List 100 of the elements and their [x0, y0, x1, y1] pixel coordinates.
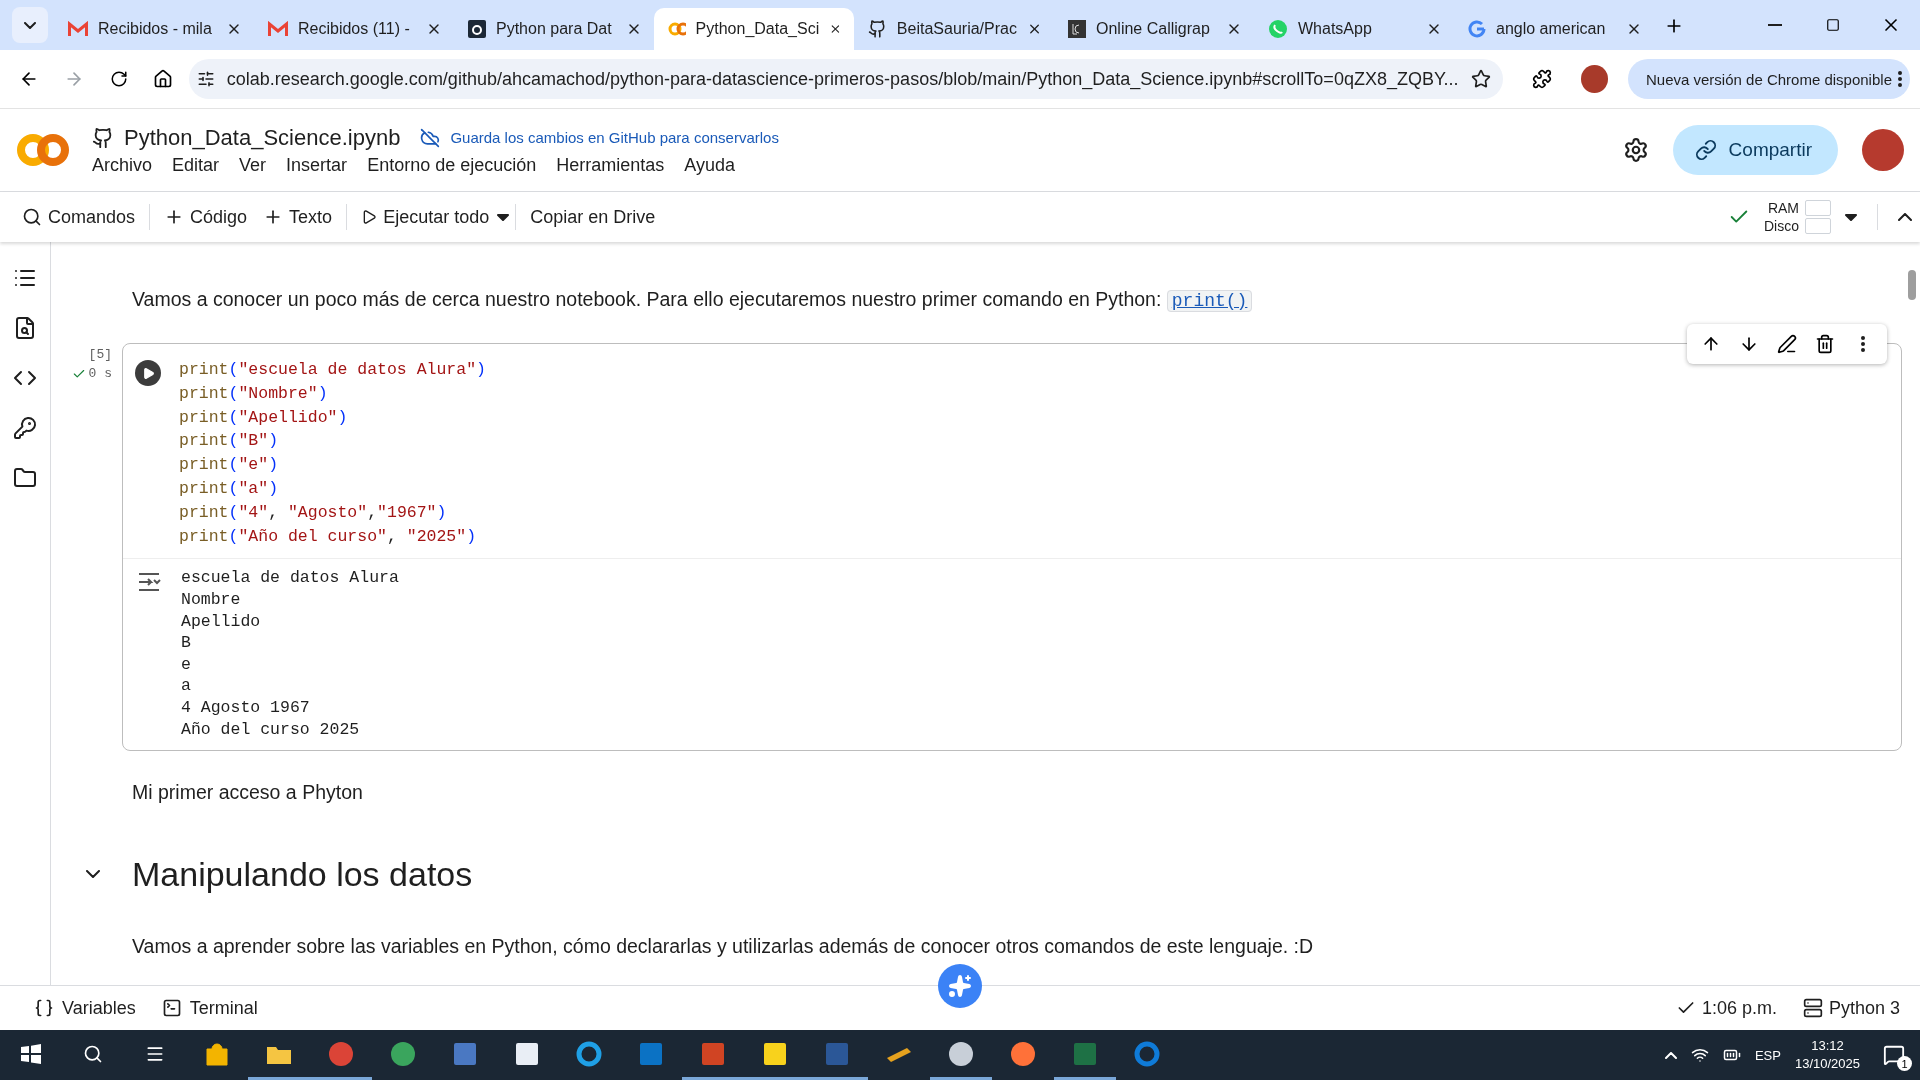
- browser-tab[interactable]: anglo american: [1454, 8, 1654, 50]
- menu-item[interactable]: Ver: [239, 154, 267, 176]
- code-line: print("Año del curso", "2025"): [179, 525, 478, 548]
- square-logo-icon: [468, 20, 486, 38]
- tab-title: WhatsApp: [1298, 20, 1373, 38]
- tab-search-button[interactable]: [12, 7, 48, 43]
- chevron-up-icon[interactable]: [1898, 213, 1912, 221]
- clock[interactable]: 13:12 13/10/2025: [1794, 1037, 1860, 1073]
- link-icon: [1694, 139, 1717, 161]
- address-bar[interactable]: colab.research.google.com/github/ahcamachod/python-para-datascience-primeros-pasos/blob/main/Python_Data_Science.ipynb#scrollTo=0qZX8_ZQBY...: [188, 59, 1503, 99]
- toolbar-button[interactable]: Ejecutar todo: [353, 202, 498, 232]
- status-button[interactable]: Variables: [34, 997, 136, 1019]
- output-toggle-icon[interactable]: [137, 571, 163, 594]
- octocat-icon: [868, 19, 887, 39]
- browser-tab[interactable]: Python para Dat: [454, 8, 654, 50]
- code-line: print("Apellido"): [179, 406, 349, 429]
- circle-logo-icon: [327, 1039, 355, 1068]
- account-avatar[interactable]: [1862, 129, 1904, 171]
- message-icon: [1883, 1044, 1905, 1066]
- toolbar-button[interactable]: Código: [156, 202, 256, 232]
- profile-avatar[interactable]: [1581, 65, 1608, 93]
- key-icon[interactable]: [13, 416, 37, 440]
- search-icon: [83, 1043, 103, 1064]
- output-line: Apellido: [181, 610, 262, 633]
- bookmark-star-icon[interactable]: [1470, 69, 1491, 89]
- caret-icon[interactable]: [1845, 213, 1857, 221]
- assistant-button[interactable]: [938, 964, 982, 1008]
- section-heading: Manipulando los datos: [132, 854, 473, 895]
- toolbar-button[interactable]: Texto: [255, 202, 341, 232]
- notification-count: 1: [1897, 1056, 1912, 1071]
- terminal-icon: [161, 998, 182, 1018]
- code-link[interactable]: print(): [1166, 290, 1253, 312]
- site-settings-icon[interactable]: [196, 70, 215, 88]
- menu-item[interactable]: Entorno de ejecución: [367, 154, 537, 176]
- output-line: escuela de datos Alura: [181, 567, 399, 589]
- update-chrome-button[interactable]: Nueva versión de Chrome disponible: [1628, 59, 1910, 99]
- find-icon[interactable]: [13, 316, 37, 340]
- output-line: Año del curso 2025: [181, 718, 361, 741]
- reload-icon: [109, 70, 128, 88]
- toolbar-button[interactable]: Comandos: [14, 202, 144, 232]
- paragraph-text: Mi primer acceso a Phyton: [132, 780, 364, 806]
- tab-title: Python para Dat: [496, 20, 613, 38]
- runtime-label[interactable]: Python 3: [1802, 997, 1900, 1019]
- disk-label: Disco: [1764, 218, 1799, 234]
- menu-item[interactable]: Ayuda: [684, 154, 735, 176]
- browser-tab[interactable]: Recibidos (11) -: [254, 8, 454, 50]
- menu-item[interactable]: Herramientas: [556, 154, 665, 176]
- network-icon[interactable]: [1690, 1046, 1709, 1064]
- restore-icon: [1826, 18, 1840, 32]
- output-line: a: [181, 675, 192, 697]
- input-language[interactable]: ESP: [1754, 1047, 1781, 1063]
- disk-meter: [1805, 218, 1831, 234]
- trash-icon: [1815, 334, 1835, 354]
- save-notice-link[interactable]: Guarda los cambios en GitHub para conservarlos: [450, 129, 779, 146]
- browser-tab[interactable]: Python_Data_Sci: [654, 8, 854, 50]
- browser-tab[interactable]: Recibidos - mila: [54, 8, 254, 50]
- tab-title: anglo american: [1496, 20, 1607, 38]
- browser-tab[interactable]: BeitaSauria/Prac: [854, 8, 1054, 50]
- tab-title: Online Calligrap: [1096, 20, 1211, 38]
- pen-icon: [1777, 334, 1797, 354]
- envelope-m-icon: [68, 21, 88, 37]
- paragraph-text: Vamos a aprender sobre las variables en Python, cómo declararlas y utilizarlas además de conocer otros comandos de este lenguaje. :D: [132, 934, 1315, 960]
- code-line: print("Nombre"): [179, 382, 329, 405]
- status-button[interactable]: Terminal: [161, 997, 258, 1019]
- tab-title: Python_Data_Sci: [695, 20, 820, 38]
- browser-tab[interactable]: WhatsApp: [1254, 8, 1454, 50]
- menu-item[interactable]: Archivo: [92, 154, 153, 176]
- envelope-m-icon: [268, 21, 288, 37]
- menu-item[interactable]: Editar: [172, 154, 220, 176]
- notebook-title[interactable]: Python_Data_Science.ipynb: [124, 124, 401, 151]
- octocat-icon: [92, 126, 114, 149]
- share-button[interactable]: Compartir: [1672, 125, 1838, 175]
- caret-icon[interactable]: [497, 213, 510, 221]
- settings-icon[interactable]: [1622, 137, 1649, 163]
- rings-logo-icon: [668, 22, 686, 36]
- browser-tab[interactable]: Online Calligrap: [1054, 8, 1254, 50]
- e-logo-icon: [575, 1039, 603, 1068]
- more-icon: [1898, 71, 1902, 87]
- execution-count: [5]: [88, 347, 112, 362]
- cloud-off-icon: [420, 127, 441, 148]
- tab-title: Recibidos - mila: [98, 20, 213, 38]
- server-icon: [1802, 998, 1823, 1018]
- chat-bubble-icon: [1268, 19, 1288, 39]
- square-logo-icon: [1068, 20, 1086, 38]
- notifications-button[interactable]: 1: [1874, 1035, 1914, 1075]
- toolbar-button[interactable]: Copiar en Drive: [522, 202, 664, 232]
- run-cell-button[interactable]: [135, 360, 161, 386]
- rings-logo-icon: [16, 133, 70, 167]
- puzzle-icon: [1531, 69, 1552, 89]
- folder-icon[interactable]: [13, 466, 37, 490]
- scrollbar-thumb[interactable]: [1908, 270, 1916, 300]
- minimize-icon: [1768, 24, 1782, 26]
- tab-title: Recibidos (11) -: [298, 20, 411, 38]
- e-logo-icon: [1133, 1039, 1161, 1068]
- windows-logo-icon: [21, 1043, 41, 1064]
- menu-item[interactable]: Insertar: [286, 154, 348, 176]
- code-line: print("e"): [179, 454, 280, 477]
- paragraph-text: Vamos a conocer un poco más de cerca nuestro notebook. Para ello ejecutaremos nuestro primer comando en Python: print(): [132, 284, 1902, 316]
- output-line: e: [181, 653, 192, 676]
- run-duration: 0 s: [71, 366, 112, 381]
